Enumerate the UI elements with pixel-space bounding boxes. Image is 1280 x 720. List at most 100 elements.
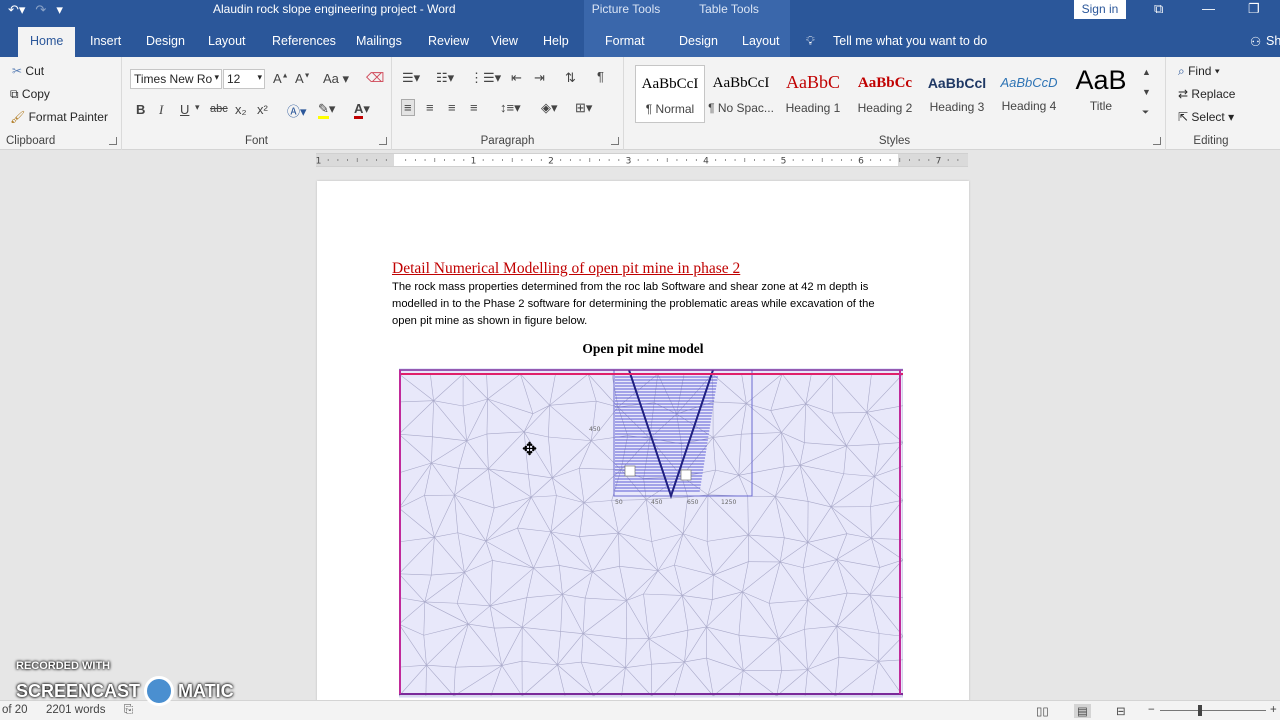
- superscript-button[interactable]: x²: [257, 102, 268, 117]
- figure-caption[interactable]: Open pit mine model: [317, 341, 969, 357]
- borders-icon[interactable]: ⊞▾: [575, 100, 592, 116]
- style-normal[interactable]: AaBbCcI ¶ Normal: [635, 65, 705, 123]
- bold-button[interactable]: B: [136, 102, 145, 117]
- italic-button[interactable]: I: [159, 102, 163, 118]
- ruler-number: 1: [471, 157, 477, 167]
- style-name: ¶ Normal: [645, 102, 695, 116]
- multilevel-list-icon[interactable]: ⋮☰▾: [470, 70, 501, 86]
- tab-insert[interactable]: Insert: [90, 34, 121, 48]
- find-button[interactable]: ⌕ Find ▾: [1178, 64, 1220, 79]
- document-page[interactable]: Detail Numerical Modelling of open pit m…: [317, 181, 969, 720]
- tell-me-search[interactable]: Tell me what you want to do: [833, 34, 987, 48]
- copy-button[interactable]: ⧉ Copy: [10, 87, 50, 102]
- clear-formatting-icon[interactable]: ⌫: [366, 70, 384, 86]
- picture-tools-label: Picture Tools: [584, 0, 668, 20]
- subscript-button[interactable]: x₂: [235, 102, 247, 117]
- tab-table-design[interactable]: Design: [679, 34, 718, 48]
- cut-button[interactable]: ✂︎ Cut: [12, 64, 44, 78]
- zoom-thumb[interactable]: [1198, 705, 1202, 716]
- align-center-icon[interactable]: ≡: [426, 100, 434, 115]
- maximize-icon[interactable]: ❐: [1248, 1, 1260, 17]
- font-size-combo[interactable]: 12 ▾: [223, 69, 265, 89]
- tab-help[interactable]: Help: [543, 34, 569, 48]
- font-color-icon[interactable]: A▾: [354, 101, 370, 119]
- ribbon-display-icon[interactable]: ⧉: [1154, 1, 1163, 17]
- text-effects-icon[interactable]: Ⓐ▾: [287, 101, 307, 120]
- style-no-spacing[interactable]: AaBbCcI ¶ No Spac...: [706, 65, 776, 123]
- sort-icon[interactable]: ⇅: [565, 70, 576, 86]
- tab-home[interactable]: Home: [18, 27, 76, 57]
- share-button[interactable]: Sh: [1266, 34, 1280, 48]
- style-heading-4[interactable]: AaBbCcD Heading 4: [994, 65, 1064, 123]
- justify-icon[interactable]: ≡: [470, 100, 478, 115]
- bullets-icon[interactable]: ☰▾: [402, 70, 420, 86]
- undo-icon[interactable]: ↶▾: [8, 2, 25, 18]
- align-left-icon[interactable]: ≡: [401, 99, 415, 116]
- font-launcher-icon[interactable]: [379, 137, 387, 145]
- font-group: Times New Ro ▾ 12 ▾ A▲ A▼ Aa ▾ ⌫ B I U ▾ a…: [122, 57, 392, 150]
- replace-button[interactable]: ⇄ Replace: [1178, 87, 1235, 101]
- styles-group-label: Styles: [878, 135, 911, 147]
- print-layout-icon[interactable]: ▤: [1074, 704, 1091, 718]
- numbering-icon[interactable]: ☷▾: [436, 70, 454, 86]
- zoom-out-icon[interactable]: −: [1148, 704, 1155, 716]
- clipboard-group-label: Clipboard: [6, 135, 56, 147]
- tab-table-layout[interactable]: Layout: [742, 34, 780, 48]
- document-heading[interactable]: Detail Numerical Modelling of open pit m…: [392, 260, 740, 278]
- tab-review[interactable]: Review: [428, 34, 469, 48]
- strikethrough-button[interactable]: abc: [210, 103, 228, 115]
- tab-picture-format[interactable]: Format: [605, 34, 645, 48]
- paragraph-group: ☰▾ ☷▾ ⋮☰▾ ⇤ ⇥ ⇅ ¶ ≡ ≡ ≡ ≡ ↕≡▾ ◈▾ ⊞▾ Para…: [392, 57, 624, 150]
- sign-in-button[interactable]: Sign in: [1074, 0, 1126, 19]
- style-name: Title: [1089, 99, 1113, 113]
- grow-font-icon[interactable]: A▲: [273, 71, 289, 86]
- increase-indent-icon[interactable]: ⇥: [534, 70, 545, 86]
- minimize-icon[interactable]: —: [1202, 1, 1215, 16]
- styles-scroll-up-icon[interactable]: ▲: [1142, 67, 1151, 77]
- tab-references[interactable]: References: [272, 34, 336, 48]
- font-name-combo[interactable]: Times New Ro ▾: [130, 69, 222, 89]
- highlight-icon[interactable]: ✎▾: [318, 101, 335, 119]
- select-label: Select: [1191, 110, 1225, 124]
- shrink-font-icon[interactable]: A▼: [295, 71, 311, 86]
- tab-mailings[interactable]: Mailings: [356, 34, 402, 48]
- zoom-in-icon[interactable]: +: [1270, 704, 1277, 716]
- paragraph-launcher-icon[interactable]: [611, 137, 619, 145]
- copy-label: Copy: [21, 87, 50, 101]
- shading-icon[interactable]: ◈▾: [541, 100, 558, 116]
- line-spacing-icon[interactable]: ↕≡▾: [500, 100, 521, 116]
- document-paragraph[interactable]: The rock mass properties determined from…: [392, 279, 892, 330]
- zoom-slider[interactable]: [1160, 710, 1266, 711]
- style-title[interactable]: AaB Title: [1066, 65, 1136, 123]
- style-heading-2[interactable]: AaBbCc Heading 2: [850, 65, 920, 123]
- chevron-down-icon: ▾: [214, 72, 219, 82]
- read-mode-icon[interactable]: ▯▯: [1036, 704, 1049, 718]
- styles-more-icon[interactable]: ⏷: [1142, 107, 1149, 118]
- change-case-button[interactable]: Aa ▾: [323, 71, 349, 87]
- tab-view[interactable]: View: [491, 34, 518, 48]
- horizontal-ruler[interactable]: 1 1 2 3 4 5 6 7: [316, 153, 968, 167]
- open-pit-model-figure[interactable]: 450 50 450 650 1250: [398, 368, 904, 698]
- style-heading-1[interactable]: AaBbC Heading 1: [778, 65, 848, 123]
- redo-icon[interactable]: ↷: [35, 2, 46, 18]
- style-heading-3[interactable]: AaBbCcl Heading 3: [922, 65, 992, 123]
- show-hide-marks-icon[interactable]: ¶: [597, 69, 604, 84]
- tab-design[interactable]: Design: [146, 34, 185, 48]
- format-painter-button[interactable]: 🖌︎ Format Painter: [10, 110, 108, 124]
- clipboard-launcher-icon[interactable]: [109, 137, 117, 145]
- styles-launcher-icon[interactable]: [1153, 137, 1161, 145]
- web-layout-icon[interactable]: ⊟: [1116, 704, 1126, 718]
- share-icon[interactable]: ⚇: [1250, 34, 1261, 49]
- find-label: Find: [1188, 64, 1212, 78]
- style-preview: AaBbC: [786, 72, 840, 92]
- align-right-icon[interactable]: ≡: [448, 100, 456, 115]
- underline-button[interactable]: U: [180, 102, 189, 117]
- tab-layout[interactable]: Layout: [208, 34, 246, 48]
- styles-scroll-down-icon[interactable]: ▼: [1142, 87, 1151, 97]
- select-button[interactable]: ⇱ Select ▾: [1178, 110, 1234, 124]
- chevron-down-icon[interactable]: ▾: [195, 102, 200, 113]
- decrease-indent-icon[interactable]: ⇤: [511, 70, 522, 86]
- customize-qat-icon[interactable]: ▾: [56, 2, 63, 18]
- font-size-value: 12: [227, 72, 241, 86]
- ruler-ticks: 1 1 2 3 4 5 6 7: [316, 157, 959, 167]
